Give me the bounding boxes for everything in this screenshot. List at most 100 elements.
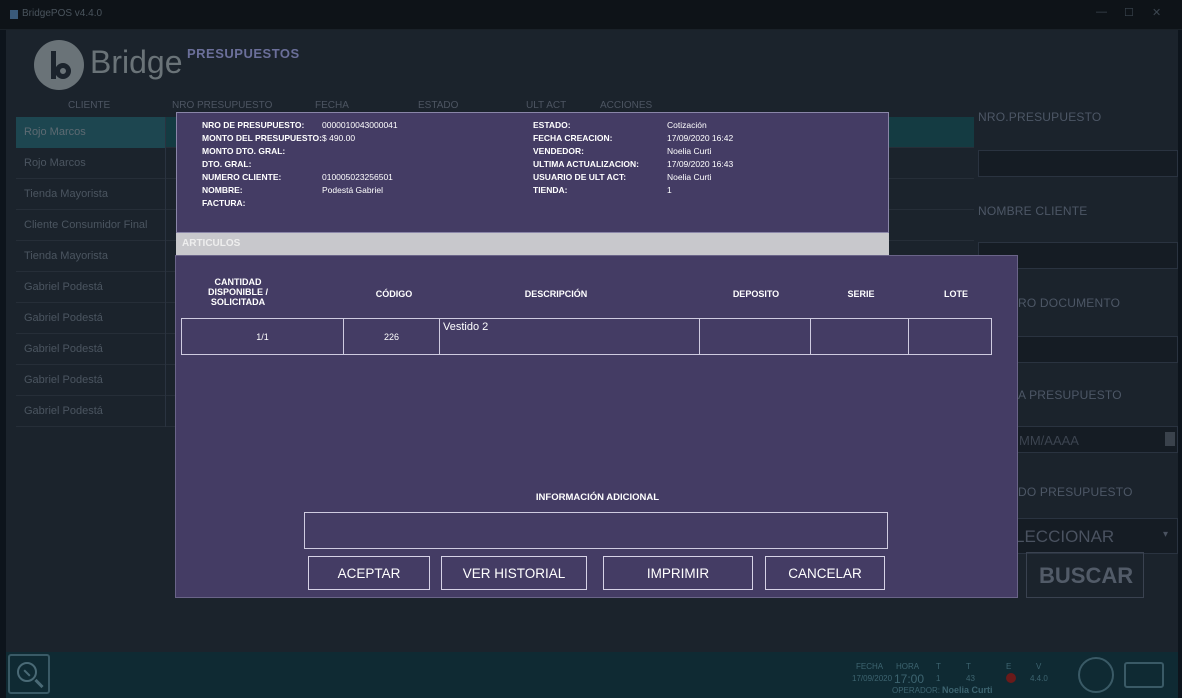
cell-serie <box>810 318 909 355</box>
usuario-value: Noelia Curti <box>667 172 712 182</box>
monto-dto-label: MONTO DTO. GRAL: <box>202 146 286 156</box>
cell-cantidad: 1/1 <box>181 318 344 355</box>
th-cantidad-line2: DISPONIBLE / <box>207 287 268 297</box>
fecha-presupuesto-label: A PRESUPUESTO <box>1018 388 1122 402</box>
window-title: BridgePOS v4.4.0 <box>22 8 103 19</box>
estado-label: ESTADO: <box>533 120 571 130</box>
minimize-icon[interactable]: — <box>1096 6 1107 18</box>
nro-label: NRO DE PRESUPUESTO: <box>202 120 305 130</box>
magnifier-icon <box>17 662 37 682</box>
t1-label: T <box>936 662 941 671</box>
th-cantidad-line1: CANTIDAD <box>214 277 262 287</box>
numero-cliente-value: 010005023256501 <box>322 172 393 182</box>
th-cantidad-line3: SOLICITADA <box>210 297 266 307</box>
numero-cliente-label: NUMERO CLIENTE: <box>202 172 282 182</box>
table-row[interactable]: 1/1 226 Vestido 2 <box>181 318 992 355</box>
t2-label: T <box>966 662 971 671</box>
vendedor-label: VENDEDOR: <box>533 146 585 156</box>
th-codigo: CÓDIGO <box>375 289 413 299</box>
th-deposito: DEPOSITO <box>732 289 780 299</box>
row-cliente: Gabriel Podestá <box>16 365 166 396</box>
buscar-button[interactable]: BUSCAR <box>1026 552 1144 598</box>
nro-presupuesto-label: NRO.PRESUPUESTO <box>978 110 1102 124</box>
informacion-adicional-field[interactable] <box>304 512 888 549</box>
fecha-label: FECHA <box>856 662 884 671</box>
col-header-nro[interactable]: NRO PRESUPUESTO <box>172 100 272 111</box>
th-cantidad: CANTIDAD DISPONIBLE / SOLICITADA <box>188 277 288 307</box>
close-icon[interactable]: ✕ <box>1152 6 1161 19</box>
ultima-act-label: ULTIMA ACTUALIZACION: <box>533 159 639 169</box>
presupuesto-details-panel: NRO DE PRESUPUESTO: 0000010043000041 MON… <box>176 112 889 233</box>
fecha-creacion-label: FECHA CREACION: <box>533 133 613 143</box>
col-header-cliente[interactable]: CLIENTE <box>68 100 110 111</box>
row-cliente: Gabriel Podestá <box>16 272 166 303</box>
status-dot-icon <box>1006 673 1016 683</box>
nombre-value: Podestá Gabriel <box>322 185 383 195</box>
status-bar: FECHA 17/09/2020 HORA 17:00 T 1 T 43 E V… <box>6 652 1178 698</box>
fecha-value: 17/09/2020 <box>852 674 893 683</box>
chevron-down-icon: ▾ <box>1163 529 1169 540</box>
row-cliente: Tienda Mayorista <box>16 179 166 210</box>
estado-value: Cotización <box>667 120 707 130</box>
cell-codigo: 226 <box>343 318 440 355</box>
row-cliente: Rojo Marcos <box>16 117 166 148</box>
fecha-placeholder: MM/AAAA <box>1019 433 1079 448</box>
usuario-label: USUARIO DE ULT ACT: <box>533 172 627 182</box>
page-title: PRESUPUESTOS <box>187 46 300 61</box>
ultima-act-value: 17/09/2020 16:43 <box>667 159 734 169</box>
t1-value: 1 <box>936 674 941 683</box>
hora-value: 17:00 <box>894 672 925 686</box>
power-icon[interactable] <box>1078 657 1114 693</box>
v-label: V <box>1036 662 1042 671</box>
vendedor-value: Noelia Curti <box>667 146 712 156</box>
aceptar-button[interactable]: ACEPTAR <box>308 556 430 590</box>
col-header-ultact[interactable]: ULT ACT <box>526 100 566 111</box>
dto-label: DTO. GRAL: <box>202 159 252 169</box>
v-value: 4.4.0 <box>1030 674 1048 683</box>
e-label: E <box>1006 662 1012 671</box>
col-header-acciones[interactable]: ACCIONES <box>600 100 652 111</box>
col-header-fecha[interactable]: FECHA <box>315 100 349 111</box>
keyboard-icon[interactable] <box>1124 662 1164 688</box>
th-serie: SERIE <box>847 289 875 299</box>
articulos-header: ARTICULOS <box>176 233 889 255</box>
magnifier-handle <box>34 678 44 689</box>
monto-value: $ 490.00 <box>322 133 356 143</box>
nro-presupuesto-field[interactable] <box>978 150 1178 177</box>
search-zoom-button[interactable] <box>8 654 50 694</box>
tienda-label: TIENDA: <box>533 185 568 195</box>
factura-label: FACTURA: <box>202 198 246 208</box>
logo-b-bowl <box>55 63 71 79</box>
tienda-value: 1 <box>667 185 672 195</box>
cell-lote <box>908 318 992 355</box>
window-titlebar: BridgePOS v4.4.0 — ☐ ✕ <box>0 0 1182 30</box>
monto-label: MONTO DEL PRESUPUESTO: <box>202 133 322 143</box>
calendar-icon[interactable] <box>1165 432 1175 446</box>
hora-label: HORA <box>896 662 920 671</box>
th-lote: LOTE <box>944 289 968 299</box>
imprimir-button[interactable]: IMPRIMIR <box>603 556 753 590</box>
estado-presupuesto-label: DO PRESUPUESTO <box>1018 485 1133 499</box>
cell-descripcion: Vestido 2 <box>439 318 700 355</box>
articulos-dialog: CANTIDAD DISPONIBLE / SOLICITADA CÓDIGO … <box>175 255 1018 598</box>
row-cliente: Cliente Consumidor Final <box>16 210 166 241</box>
ver-historial-button[interactable]: VER HISTORIAL <box>441 556 587 590</box>
maximize-icon[interactable]: ☐ <box>1124 6 1134 19</box>
row-cliente: Tienda Mayorista <box>16 241 166 272</box>
col-header-estado[interactable]: ESTADO <box>418 100 458 111</box>
row-cliente: Rojo Marcos <box>16 148 166 179</box>
nro-documento-label: RO DOCUMENTO <box>1018 296 1121 310</box>
nombre-cliente-label: NOMBRE CLIENTE <box>978 204 1088 218</box>
cancelar-button[interactable]: CANCELAR <box>765 556 885 590</box>
nombre-label: NOMBRE: <box>202 185 243 195</box>
row-cliente: Gabriel Podestá <box>16 303 166 334</box>
app-icon <box>10 10 18 19</box>
fecha-creacion-value: 17/09/2020 16:42 <box>667 133 734 143</box>
cell-deposito <box>699 318 811 355</box>
brand-logo-text: Bridge <box>90 44 183 80</box>
informacion-adicional-label: INFORMACIÓN ADICIONAL <box>535 492 660 503</box>
row-cliente: Gabriel Podestá <box>16 396 166 427</box>
estado-select-value: LECCIONAR <box>1015 527 1115 546</box>
nro-value: 0000010043000041 <box>322 120 398 130</box>
th-descripcion: DESCRIPCIÓN <box>524 289 588 299</box>
